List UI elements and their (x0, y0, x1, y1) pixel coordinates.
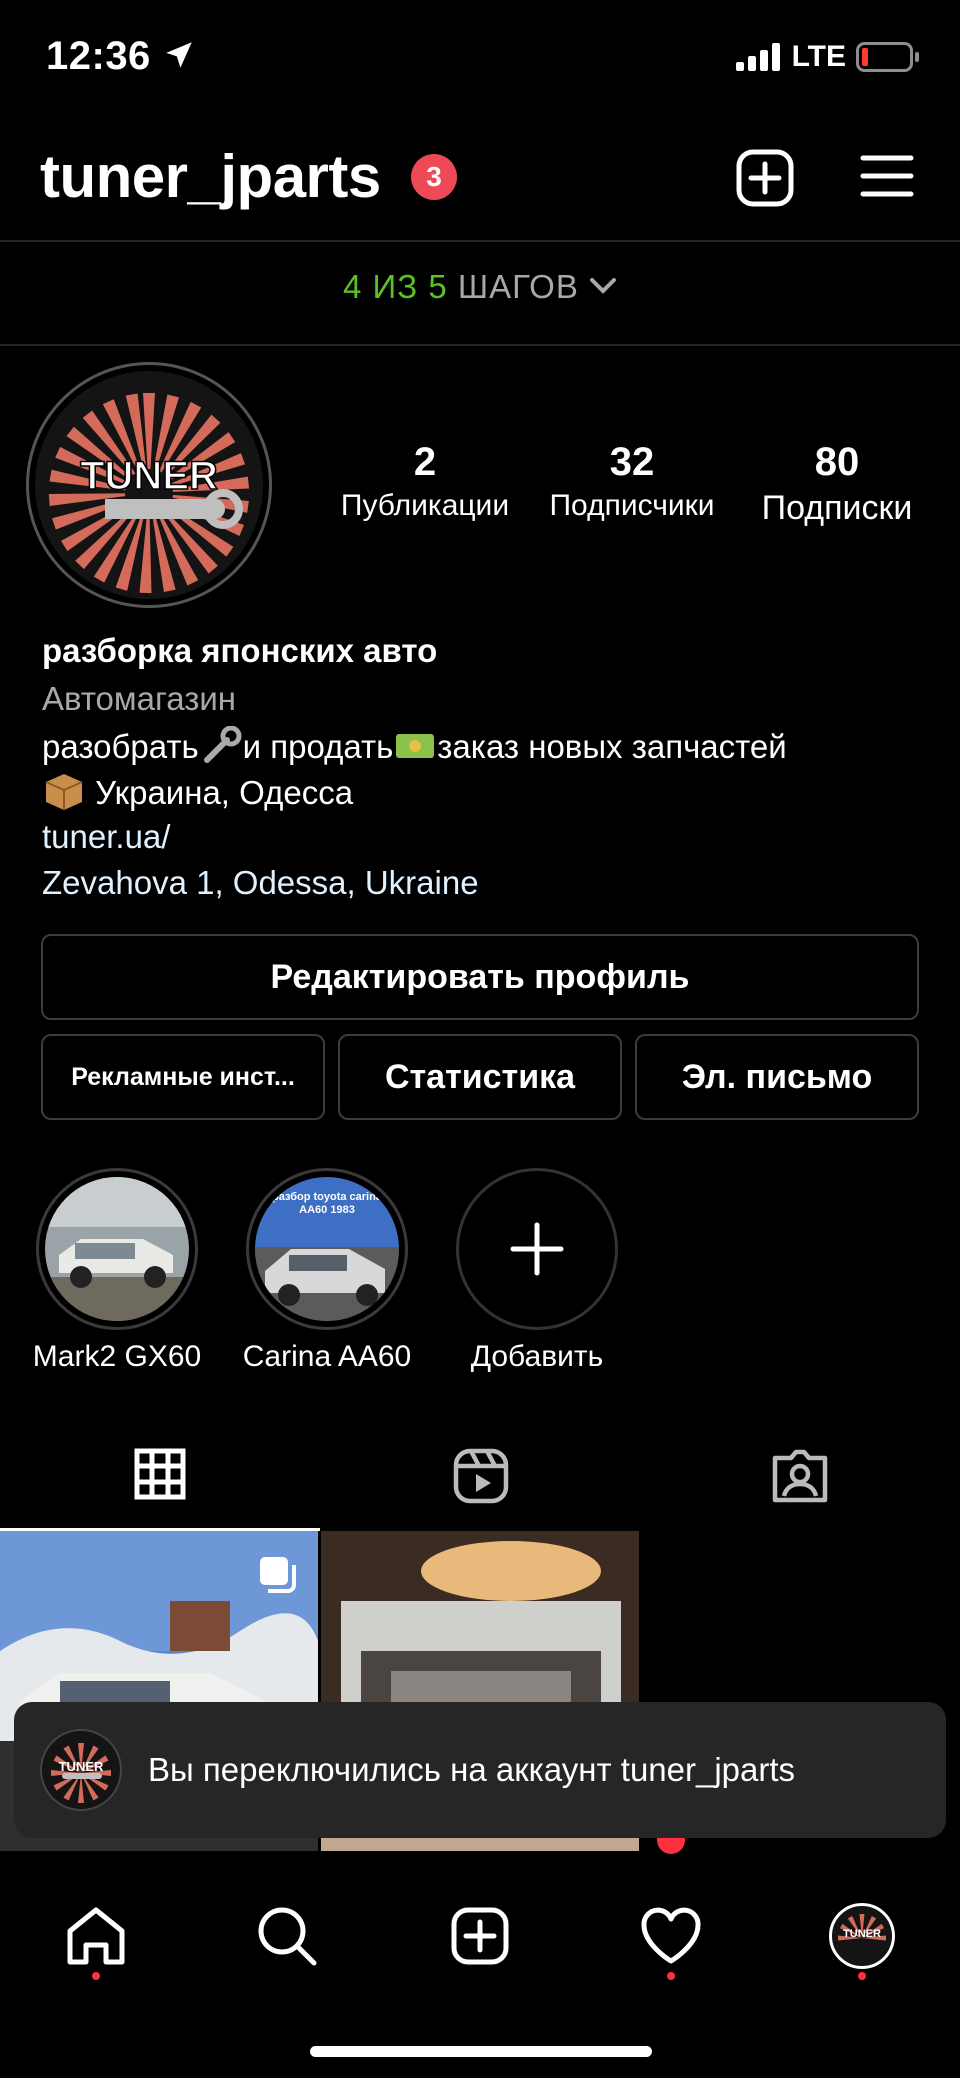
ad-tools-button[interactable]: Рекламные инст... (41, 1034, 325, 1120)
nav-search[interactable] (247, 1896, 327, 1976)
toast-message: Вы переключились на аккаунт tuner_jparts (148, 1751, 796, 1788)
search-icon (258, 1907, 317, 1966)
status-time: 12:36 (46, 34, 196, 79)
steps-divider (0, 344, 960, 346)
tab-tagged[interactable] (772, 1448, 828, 1509)
menu-button[interactable] (860, 152, 914, 205)
email-button[interactable]: Эл. письмо (635, 1034, 919, 1120)
profile-name: разборка японских авто (42, 632, 438, 669)
home-indicator[interactable] (310, 2046, 652, 2057)
signal-icon (735, 43, 780, 71)
stat-followers-label: Подписчики (549, 489, 715, 522)
location-text: Украина, Одесса (95, 774, 354, 811)
stat-following-label: Подписки (761, 489, 913, 527)
multiple-photos-icon (260, 1557, 296, 1593)
location-arrow-icon (166, 42, 193, 68)
wrench-icon (203, 725, 242, 763)
network-type: LTE (791, 40, 846, 73)
profile-category: Автомагазин (42, 680, 237, 717)
account-username[interactable]: tuner_jparts (40, 142, 381, 211)
nav-home-dot (92, 1972, 100, 1980)
package-icon (45, 774, 83, 810)
stat-following-value: 80 (814, 440, 860, 484)
highlight-carina[interactable]: разбор toyota carina AA60 1983 (246, 1168, 408, 1330)
grid-icon (134, 1448, 186, 1500)
steps-progress: 4 ИЗ 5 (343, 268, 448, 305)
plus-square-icon (736, 149, 794, 207)
highlight-add-circle (456, 1168, 618, 1330)
description-part-2: и продать (242, 728, 394, 765)
steps-label: ШАГОВ (457, 268, 579, 305)
nav-activity-dot (667, 1972, 675, 1980)
profile-location: Украина, Одесса (42, 770, 353, 812)
stat-posts[interactable]: 2 Публикации (330, 440, 520, 523)
tuner-logo: TUNER (35, 371, 263, 599)
stat-following[interactable]: 80 Подписки (745, 440, 929, 528)
highlight-add[interactable] (456, 1168, 618, 1330)
status-time-text: 12:36 (46, 34, 151, 78)
nav-activity[interactable] (631, 1896, 711, 1976)
plus-icon (510, 1222, 564, 1276)
tab-reels[interactable] (453, 1448, 509, 1509)
reels-icon (453, 1448, 509, 1504)
highlight-carina-label: Carina AA60 (242, 1340, 412, 1373)
statistics-button[interactable]: Статистика (338, 1034, 622, 1120)
money-icon (396, 734, 435, 758)
description-part-1: разобрать (42, 728, 199, 765)
stat-posts-value: 2 (413, 440, 437, 484)
profile-avatar[interactable]: TUNER (26, 362, 272, 608)
heart-icon (641, 1907, 701, 1964)
notification-badge[interactable]: 3 (411, 154, 457, 200)
highlight-carina-cover: разбор toyota carina AA60 1983 (246, 1168, 408, 1330)
highlight-mark2[interactable] (36, 1168, 198, 1330)
nav-home[interactable] (56, 1896, 136, 1976)
account-switched-toast: TUNER Вы переключились на аккаунт tuner_… (14, 1702, 946, 1838)
nav-avatar-text: TUNER (843, 1928, 881, 1940)
stat-followers[interactable]: 32 Подписчики (535, 440, 729, 523)
status-indicators: LTE (735, 40, 920, 74)
profile-address[interactable]: Zevahova 1, Odessa, Ukraine (42, 864, 479, 902)
battery-icon (856, 42, 919, 72)
new-post-button[interactable] (735, 148, 795, 213)
car-photo: разбор toyota carina AA60 1983 (255, 1177, 399, 1321)
toast-avatar-text: TUNER (59, 1759, 104, 1774)
avatar-text: TUNER (80, 454, 218, 498)
tab-grid[interactable] (134, 1448, 186, 1505)
hamburger-icon (860, 155, 914, 197)
profile-description: разобрать и продать заказ новых запчастей (42, 725, 787, 766)
highlight-mark2-cover (36, 1168, 198, 1330)
highlight-mark2-label: Mark2 GX60 (32, 1340, 202, 1373)
chevron-down-icon (590, 278, 616, 294)
profile-link[interactable]: tuner.ua/ (42, 818, 170, 856)
activity-pointer (657, 1838, 685, 1854)
home-icon (67, 1907, 125, 1965)
header-divider (0, 240, 960, 242)
stat-posts-label: Публикации (340, 489, 510, 522)
stat-followers-value: 32 (609, 440, 655, 484)
nav-create[interactable] (440, 1896, 520, 1976)
description-part-3: заказ новых запчастей (437, 728, 787, 765)
nav-profile[interactable]: TUNER (822, 1896, 902, 1976)
toast-avatar: TUNER (40, 1729, 122, 1811)
nav-profile-dot (858, 1972, 866, 1980)
onboarding-steps[interactable]: 4 ИЗ 5 ШАГОВ (0, 268, 960, 306)
edit-profile-button[interactable]: Редактировать профиль (41, 934, 919, 1020)
highlight-add-label: Добавить (470, 1340, 604, 1373)
tagged-icon (772, 1449, 828, 1503)
car-photo (45, 1177, 189, 1321)
create-icon (451, 1907, 509, 1965)
profile-avatar-small: TUNER (829, 1903, 895, 1969)
highlight-overlay-text: разбор toyota carina AA60 1983 (272, 1191, 382, 1216)
